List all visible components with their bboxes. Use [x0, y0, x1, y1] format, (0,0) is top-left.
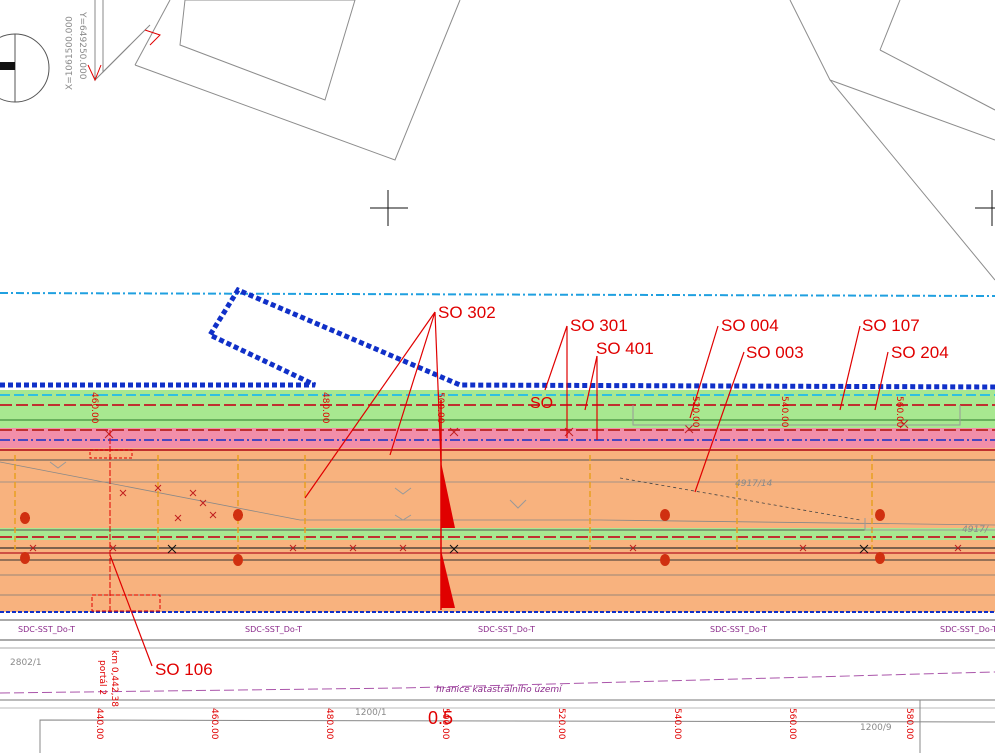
- cable-tag-1: SDC-SST_Do-T: [18, 625, 75, 634]
- parcel-1200-9: 1200/9: [860, 723, 892, 733]
- parcel-2802-1: 2802/1: [10, 658, 42, 668]
- cable-tags: SDC-SST_Do-T SDC-SST_Do-T SDC-SST_Do-T S…: [18, 625, 995, 634]
- callout-so401: SO 401: [596, 339, 654, 358]
- callout-so301: SO 301: [570, 316, 628, 335]
- callout-so107: SO 107: [862, 316, 920, 335]
- callout-so302: SO 302: [438, 303, 496, 322]
- portal-km-note2: portál 2: [97, 660, 107, 695]
- upper-boundary-line: [0, 292, 995, 297]
- coord-y-label: Y=649250.000: [77, 11, 87, 80]
- construction-limit-line: [0, 286, 995, 390]
- coord-x-label: X=1061500.000: [65, 16, 75, 90]
- callout-so204: SO 204: [891, 343, 949, 362]
- callout-so106: SO 106: [155, 660, 213, 679]
- crosshair-markers: [370, 190, 995, 226]
- cadastral-boundary-label: hranice katastrálního území: [436, 685, 563, 695]
- cable-tag-3: SDC-SST_Do-T: [478, 625, 535, 634]
- cable-tag-5: SDC-SST_Do-T: [940, 625, 995, 634]
- chainage-bottom-0: 440.00: [94, 708, 104, 740]
- orange-track-lower: [0, 540, 995, 612]
- cad-drawing: Y=649250.000 X=1061500.000 SO 302 SO 301…: [0, 0, 995, 753]
- callout-so004: SO 004: [721, 316, 779, 335]
- scale-marker: 0.5: [428, 708, 453, 728]
- north-arrow-icon: [0, 33, 50, 103]
- cable-tag-4: SDC-SST_Do-T: [710, 625, 767, 634]
- chainage-bottom-7: 580.00: [904, 708, 914, 740]
- chainage-top-0: 460.00: [89, 392, 99, 424]
- building-outlines: [134, 0, 995, 281]
- parcel-4917: 4917/: [962, 525, 989, 535]
- portal-km-note: km 0,442,38: [109, 650, 119, 707]
- chainage-top-4: 540.00: [779, 396, 789, 428]
- chainage-bottom-1: 460.00: [209, 708, 219, 740]
- portal-note: km 0,442,38 portál 2: [97, 650, 119, 707]
- callout-so003: SO 003: [746, 343, 804, 362]
- chainage-top-1: 480.00: [320, 392, 330, 424]
- cable-tag-2: SDC-SST_Do-T: [245, 625, 302, 634]
- chainage-bottom-2: 480.00: [324, 708, 334, 740]
- chainage-bottom-6: 560.00: [787, 708, 797, 740]
- chainage-bottom-4: 520.00: [556, 708, 566, 740]
- chainage-top-5: 560.00: [894, 396, 904, 428]
- chainage-bottom-5: 540.00: [672, 708, 682, 740]
- parcel-1200-1: 1200/1: [355, 708, 387, 718]
- inner-so-label: SO: [530, 395, 553, 412]
- parcel-4917-14: 4917/14: [735, 479, 773, 489]
- chainage-top-3: 520.00: [690, 396, 700, 428]
- chainage-top-2: 500.00: [435, 392, 445, 424]
- chainage-bottom: 440.00 460.00 480.00 500.00 520.00 540.0…: [94, 708, 914, 740]
